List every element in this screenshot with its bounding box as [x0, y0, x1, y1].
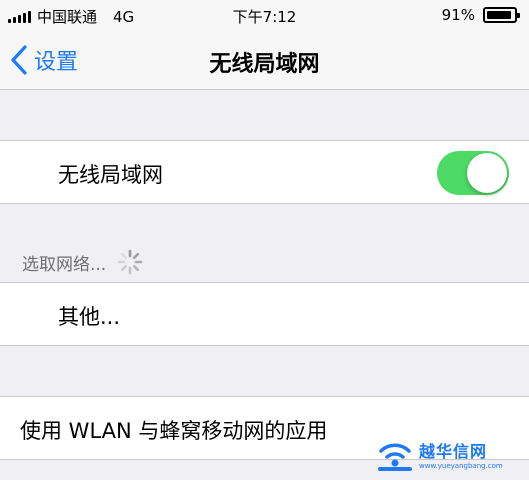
- watermark-url: www.yueyangbang.com: [419, 462, 503, 470]
- choose-network-label: 选取网络...: [22, 254, 107, 275]
- battery-icon: [483, 7, 520, 23]
- watermark-name: 越华信网: [419, 442, 488, 461]
- battery-fill: [487, 11, 511, 19]
- watermark: 越华信网 www.yueyangbang.com: [375, 434, 525, 474]
- status-right: 91%: [441, 6, 520, 24]
- wifi-cell: 无线局域网: [0, 140, 529, 204]
- other-network-label: 其他...: [58, 305, 121, 329]
- page-title: 无线局域网: [209, 52, 320, 77]
- wifi-toggle[interactable]: [437, 151, 509, 195]
- wifi-logo-icon: [378, 443, 412, 471]
- other-network-cell[interactable]: 其他...: [0, 282, 529, 346]
- wlan-apps-label: 使用 WLAN 与蜂窝移动网的应用: [20, 419, 328, 443]
- watermark-text: 越华信网 www.yueyangbang.com: [419, 438, 503, 470]
- battery-percent: 91%: [441, 6, 475, 24]
- wifi-label: 无线局域网: [58, 163, 163, 187]
- loading-spinner-icon: [117, 249, 143, 275]
- navigation-bar: 设置 无线局域网: [0, 30, 529, 90]
- status-bar: 中国联通 4G 下午7:12 91%: [0, 0, 529, 30]
- toggle-knob: [467, 153, 507, 193]
- section-header: 选取网络...: [22, 248, 144, 276]
